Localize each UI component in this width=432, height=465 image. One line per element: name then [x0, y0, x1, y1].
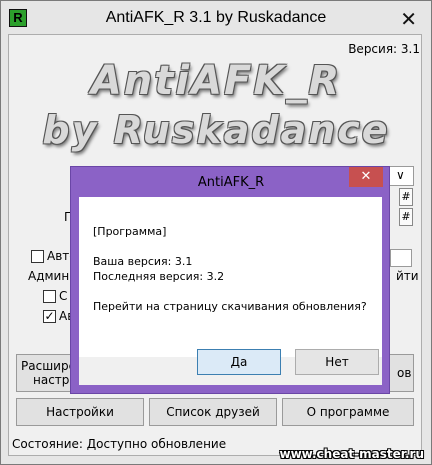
dialog-line-program: [Программа] — [93, 225, 167, 238]
ext-line-1: Расшире — [21, 359, 76, 373]
sub-checkbox-a[interactable]: ✓ — [43, 310, 56, 323]
extended-settings-button[interactable]: Расшире настро — [16, 354, 77, 392]
hash-button-1[interactable]: # — [399, 188, 413, 206]
hash-button-2[interactable]: # — [399, 208, 413, 226]
logo-line-2: by Ruskadance — [42, 108, 390, 152]
dialog-body: [Программа] Ваша версия: 3.1 Последняя в… — [79, 197, 382, 357]
logo-line-1: AntiAFK_R — [90, 58, 342, 104]
chevron-down-icon: ∨ — [396, 168, 405, 182]
auto-checkbox[interactable] — [31, 250, 44, 263]
about-button[interactable]: О программе — [282, 398, 414, 426]
update-dialog: AntiAFK_R ✕ [Программа] Ваша версия: 3.1… — [70, 166, 390, 394]
close-icon[interactable]: ✕ — [400, 7, 417, 31]
dialog-line-question: Перейти на страницу скачивания обновлени… — [93, 300, 367, 313]
dialog-title: AntiAFK_R — [197, 175, 265, 190]
no-button[interactable]: Нет — [295, 349, 379, 375]
right-partial-label: ов — [397, 366, 412, 380]
watermark: www.cheat-master.ru — [279, 447, 424, 461]
window-title: AntiAFK_R 3.1 by Ruskadance — [105, 9, 327, 26]
sub-label-c: С — [59, 289, 68, 303]
status-bar: Состояние: Доступно обновление — [12, 437, 227, 451]
checkmark-icon: ✓ — [44, 309, 55, 323]
ti-label: йти — [396, 269, 419, 283]
settings-button[interactable]: Настройки — [16, 398, 144, 426]
right-field[interactable] — [390, 249, 412, 267]
dialog-line-latest-version: Последняя версия: 3.2 — [93, 270, 225, 283]
version-label: Версия: 3.1 — [348, 42, 420, 56]
dialog-close-icon[interactable]: ✕ — [349, 167, 383, 187]
yes-button[interactable]: Да — [197, 349, 281, 375]
ext-line-2: настро — [33, 373, 77, 387]
right-partial-button[interactable]: ов — [386, 354, 414, 392]
friends-button[interactable]: Список друзей — [149, 398, 277, 426]
title-bar[interactable]: R AntiAFK_R 3.1 by Ruskadance ✕ — [1, 1, 431, 35]
dropdown-field[interactable]: ∨ — [388, 166, 414, 186]
sub-checkbox-c[interactable] — [43, 290, 56, 303]
dialog-line-your-version: Ваша версия: 3.1 — [93, 255, 193, 268]
